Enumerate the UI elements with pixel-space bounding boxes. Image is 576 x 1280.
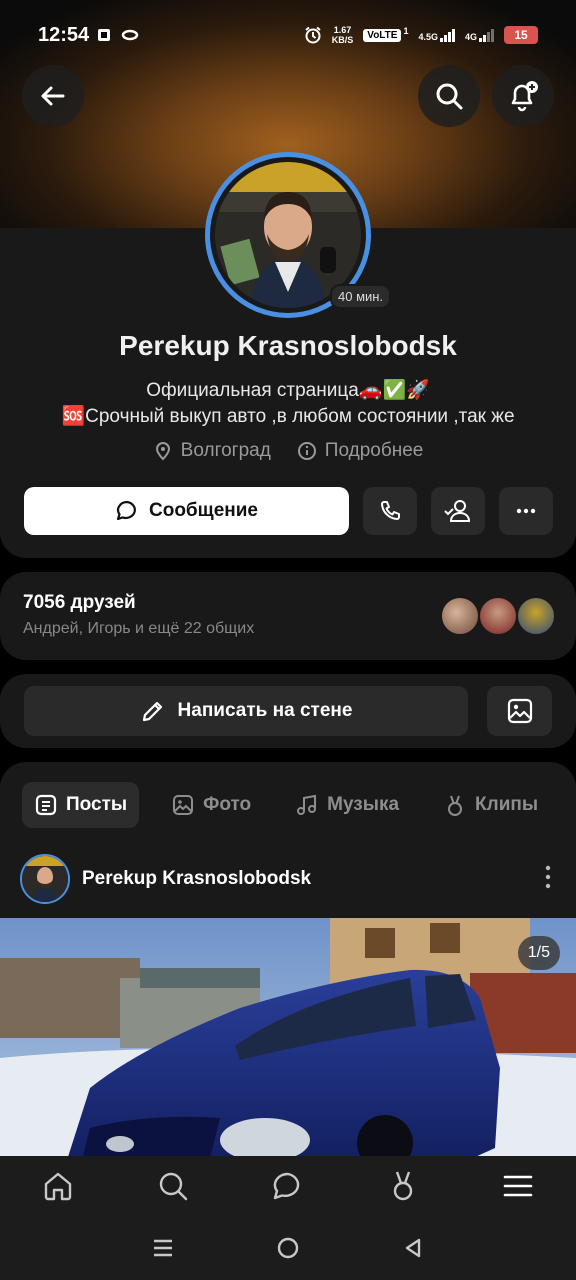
triangle-back-icon <box>406 1238 421 1257</box>
back-button[interactable] <box>22 65 84 127</box>
feed-card: Посты Фото Музыка Клипы Perekup Krasnosl… <box>0 762 576 1182</box>
friends-card[interactable]: 7056 друзей Андрей, Игорь и ещё 22 общих <box>0 572 576 660</box>
post-menu-button[interactable] <box>536 863 560 896</box>
friend-avatar <box>440 596 480 636</box>
menu-icon <box>504 1175 533 1196</box>
bell-plus-icon <box>511 81 538 112</box>
call-button[interactable] <box>363 487 417 535</box>
clips-icon <box>393 1171 413 1200</box>
photo-counter: 1/5 <box>517 936 560 970</box>
nav-messages[interactable] <box>271 1169 305 1208</box>
bottom-nav <box>0 1156 576 1220</box>
friend-status-button[interactable] <box>431 487 485 535</box>
last-seen-badge: 40 мин. <box>330 284 392 309</box>
post-author-name[interactable]: Perekup Krasnoslobodsk <box>82 868 311 890</box>
nav-home[interactable] <box>41 1169 75 1208</box>
details-link[interactable]: Подробнее <box>297 440 423 462</box>
clips-icon <box>448 795 463 816</box>
posts-icon <box>35 794 57 816</box>
net-speed: 1.67 KB/S <box>331 25 354 45</box>
message-button[interactable]: Сообщение <box>24 487 349 535</box>
search-button[interactable] <box>418 65 480 127</box>
nav-menu[interactable] <box>501 1169 535 1208</box>
city-link[interactable]: Волгоград <box>153 440 271 462</box>
system-nav <box>0 1220 576 1280</box>
circle-home-icon <box>277 1237 299 1258</box>
signal-1: 4.5G <box>418 28 455 42</box>
signal-bars-icon <box>479 28 494 42</box>
status-time: 12:54 <box>38 23 90 46</box>
attach-photo-button[interactable] <box>487 686 552 736</box>
tab-photo[interactable]: Фото <box>159 782 263 828</box>
music-icon <box>297 794 317 815</box>
system-back-button[interactable] <box>401 1236 425 1265</box>
chat-bubble-icon <box>116 500 136 521</box>
image-icon <box>507 698 532 724</box>
bio-line-1: Официальная страница🚗✅🚀 <box>146 380 430 401</box>
post-author-avatar[interactable] <box>20 854 70 904</box>
write-on-wall-button[interactable]: Написать на стене <box>24 686 468 736</box>
signal-2: 4G <box>465 28 494 42</box>
pencil-icon <box>142 701 162 722</box>
signal-bars-icon <box>439 28 455 42</box>
nav-search[interactable] <box>156 1169 190 1208</box>
photo-icon <box>173 795 194 815</box>
subscribe-notifications-button[interactable] <box>492 65 554 127</box>
message-button-label: Сообщение <box>149 500 258 521</box>
content-tabs: Посты Фото Музыка Клипы <box>22 782 550 828</box>
more-options-button[interactable] <box>499 487 553 535</box>
phone-icon <box>381 501 400 520</box>
post-header: Perekup Krasnoslobodsk <box>20 854 560 904</box>
status-bar: 12:54 1.67 KB/S VoLTE 1 4.5G 4G 15 <box>0 0 576 70</box>
profile-name: Perekup Krasnoslobodsk <box>119 330 457 361</box>
tab-clips[interactable]: Клипы <box>431 782 550 828</box>
battery-indicator: 15 <box>504 26 538 44</box>
search-icon <box>436 83 463 110</box>
tab-music[interactable]: Музыка <box>283 782 411 828</box>
sim1-label: 1 <box>403 26 409 36</box>
chat-bubble-icon <box>273 1172 300 1199</box>
friends-count: 7056 друзей <box>23 592 136 613</box>
bio-line-2[interactable]: 🆘Срочный выкуп авто ,в любом состоянии ,… <box>0 404 576 428</box>
volte-badge: VoLTE <box>363 28 402 42</box>
arrow-left-icon <box>41 86 65 106</box>
profile-meta: Волгоград Подробнее <box>0 440 576 462</box>
info-icon <box>297 442 316 460</box>
home-icon <box>44 1172 71 1200</box>
wall-card: Написать на стене <box>0 674 576 748</box>
tab-posts[interactable]: Посты <box>22 782 140 828</box>
location-pin-icon <box>155 442 170 461</box>
system-home-button[interactable] <box>276 1236 300 1265</box>
friend-avatar <box>516 596 556 636</box>
nav-clips[interactable] <box>386 1169 420 1208</box>
recents-icon <box>153 1239 172 1256</box>
mutual-friends: Андрей, Игорь и ещё 22 общих <box>23 620 255 637</box>
more-vertical-icon <box>545 865 551 888</box>
alarm-icon <box>305 26 321 44</box>
write-on-wall-label: Написать на стене <box>177 700 353 721</box>
post-photo[interactable]: 1/5 <box>0 918 576 1182</box>
system-recents-button[interactable] <box>151 1236 175 1265</box>
search-icon <box>159 1172 187 1200</box>
notification-icon <box>98 29 111 41</box>
more-horizontal-icon <box>516 508 536 514</box>
user-check-icon <box>444 500 471 522</box>
link-icon <box>121 29 139 41</box>
friend-avatar <box>478 596 518 636</box>
